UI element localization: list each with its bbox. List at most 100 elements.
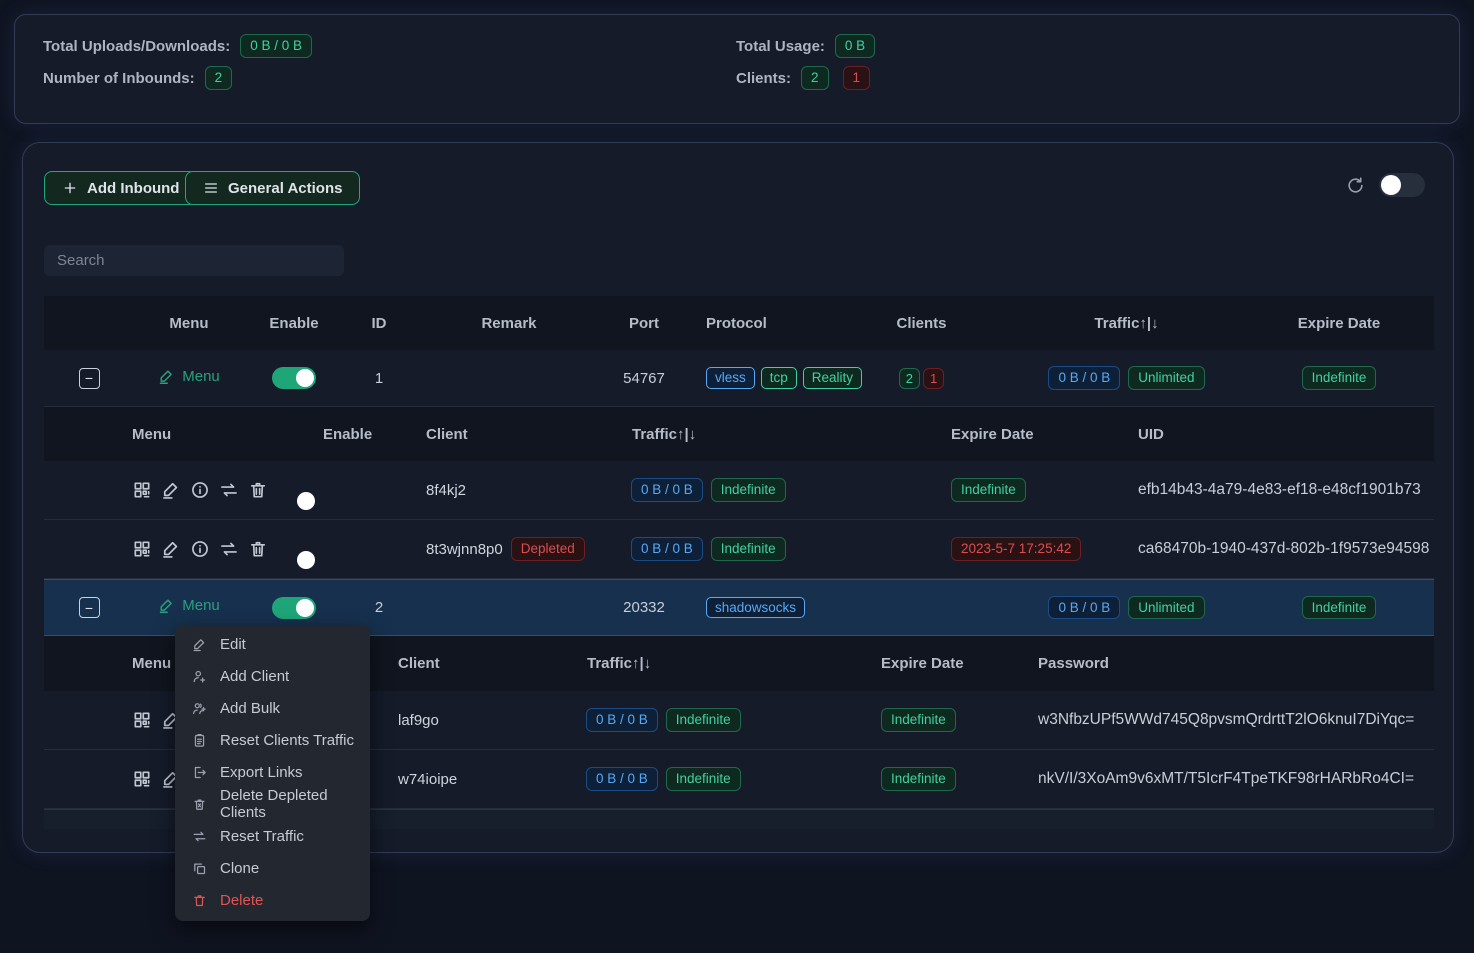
sub-header-traffic-sort[interactable]: Traffic↑|↓	[547, 655, 817, 672]
network-tag: tcp	[761, 367, 797, 389]
delete-client-icon[interactable]	[248, 539, 268, 559]
expire-badge: Indefinite	[1302, 596, 1377, 620]
pencil-icon	[158, 597, 175, 614]
client-uid: ca68470b-1940-437d-802b-1f9573e94598	[1132, 540, 1434, 558]
sub-header-menu: Menu	[132, 426, 317, 443]
client-traffic-cell: 0 B / 0 B Indefinite	[547, 767, 817, 791]
inbound-clients-counts: 2 1	[834, 368, 1009, 389]
edit-client-icon[interactable]	[161, 539, 181, 559]
menu-item-reset-traffic[interactable]: Reset Traffic	[175, 820, 370, 852]
client-traffic-limit-badge: Indefinite	[666, 767, 741, 791]
sub-header-expire: Expire Date	[817, 655, 1027, 672]
trash-icon	[192, 893, 207, 908]
inbound-row-1[interactable]: − Menu 1 54767 vless tcp Reality 2 1 0 B…	[44, 350, 1434, 407]
inbound-menu-link[interactable]: Menu	[158, 597, 220, 614]
trash-depleted-icon	[192, 797, 207, 812]
sub-header-traffic-sort[interactable]: Traffic↑|↓	[582, 426, 862, 443]
client-password: nkV/I/3XoAm9v6xMT/T5IcrF4TpeTKF98rHARbRo…	[1027, 770, 1434, 788]
sub-header-password: Password	[1027, 655, 1434, 672]
inbound-port: 20332	[604, 599, 684, 616]
add-inbound-button[interactable]: Add Inbound	[44, 171, 197, 205]
info-icon[interactable]	[190, 480, 210, 500]
collapse-row-button[interactable]: −	[79, 368, 100, 389]
total-usage-value: 0 B	[835, 34, 875, 58]
inbound-enable-toggle[interactable]	[272, 367, 316, 389]
client-expire-badge: 2023-5-7 17:25:42	[951, 537, 1081, 561]
client-actions	[132, 539, 317, 559]
copy-icon	[192, 861, 207, 876]
client-actions	[132, 480, 317, 500]
protocol-tags: shadowsocks	[684, 597, 834, 619]
total-uploads-downloads-value: 0 B / 0 B	[240, 34, 312, 58]
header-id: ID	[344, 315, 414, 332]
client-row[interactable]: 8t3wjnn8p0 Depleted 0 B / 0 B Indefinite…	[44, 520, 1434, 579]
client-name: 8t3wjnn8p0	[426, 541, 503, 558]
inbound-context-menu: Edit Add Client Add Bulk Reset Clients T…	[175, 625, 370, 921]
sub-header-client: Client	[387, 655, 547, 672]
search-input[interactable]	[44, 245, 344, 276]
menu-item-delete-depleted-clients[interactable]: Delete Depleted Clients	[175, 788, 370, 820]
inbound-traffic-cell: 0 B / 0 B Unlimited	[1009, 366, 1244, 390]
stats-panel: Total Uploads/Downloads: 0 B / 0 B Numbe…	[14, 14, 1460, 124]
refresh-icon[interactable]	[1346, 176, 1365, 195]
client-name-cell: 8t3wjnn8p0 Depleted	[417, 537, 582, 561]
traffic-limit-badge: Unlimited	[1128, 596, 1204, 620]
qrcode-icon[interactable]	[132, 539, 152, 559]
info-icon[interactable]	[190, 539, 210, 559]
menu-item-export-links[interactable]: Export Links	[175, 756, 370, 788]
client-traffic-limit-badge: Indefinite	[666, 708, 741, 732]
clipboard-icon	[192, 733, 207, 748]
general-actions-button[interactable]: General Actions	[185, 171, 360, 205]
client-traffic-cell: 0 B / 0 B Indefinite	[582, 537, 862, 561]
client-table-header-row: Menu Enable Client Traffic↑|↓ Expire Dat…	[44, 407, 1434, 461]
dark-mode-toggle[interactable]	[1379, 173, 1425, 197]
qrcode-icon[interactable]	[132, 480, 152, 500]
client-expire-badge: Indefinite	[951, 478, 1026, 502]
protocol-tag: vless	[706, 367, 755, 389]
depleted-status-badge: Depleted	[511, 537, 585, 561]
general-actions-label: General Actions	[228, 180, 342, 197]
edit-client-icon[interactable]	[161, 480, 181, 500]
menu-item-add-bulk[interactable]: Add Bulk	[175, 692, 370, 724]
header-port: Port	[604, 315, 684, 332]
menu-item-delete[interactable]: Delete	[175, 884, 370, 916]
pencil-icon	[158, 368, 175, 385]
qrcode-icon[interactable]	[132, 710, 152, 730]
delete-client-icon[interactable]	[248, 480, 268, 500]
plus-icon	[62, 180, 78, 196]
client-row[interactable]: 8f4kj2 0 B / 0 B Indefinite Indefinite e…	[44, 461, 1434, 520]
menu-item-clone[interactable]: Clone	[175, 852, 370, 884]
client-name: w74ioipe	[387, 771, 547, 788]
menu-item-reset-clients-traffic[interactable]: Reset Clients Traffic	[175, 724, 370, 756]
header-menu: Menu	[134, 315, 244, 332]
collapse-row-button[interactable]: −	[79, 597, 100, 618]
client-uid: efb14b43-4a79-4e83-ef18-e48cf1901b73	[1132, 481, 1434, 499]
header-traffic-sort[interactable]: Traffic↑|↓	[1009, 315, 1244, 332]
menu-item-add-client[interactable]: Add Client	[175, 660, 370, 692]
total-usage-label: Total Usage:	[736, 38, 825, 55]
inbound-enable-toggle[interactable]	[272, 597, 316, 619]
header-expire-date: Expire Date	[1244, 315, 1434, 332]
qrcode-icon[interactable]	[132, 769, 152, 789]
menu-item-edit[interactable]: Edit	[175, 628, 370, 660]
protocol-tag: shadowsocks	[706, 597, 805, 619]
table-header-row: Menu Enable ID Remark Port Protocol Clie…	[44, 296, 1434, 350]
protocol-tags: vless tcp Reality	[684, 367, 834, 389]
users-plus-icon	[192, 701, 207, 716]
inbound-id: 1	[344, 370, 414, 387]
traffic-limit-badge: Unlimited	[1128, 366, 1204, 390]
header-enable: Enable	[244, 315, 344, 332]
repeat-icon	[192, 829, 207, 844]
header-clients: Clients	[834, 315, 1009, 332]
clients-stat: Clients: 2 1	[736, 65, 870, 91]
depleted-clients-badge: 1	[923, 368, 944, 389]
client-traffic-limit-badge: Indefinite	[711, 537, 786, 561]
inbound-id: 2	[344, 599, 414, 616]
sub-header-expire: Expire Date	[862, 426, 1132, 443]
inbound-menu-link[interactable]: Menu	[158, 368, 220, 385]
reset-traffic-icon[interactable]	[219, 480, 239, 500]
client-traffic-badge: 0 B / 0 B	[586, 708, 658, 732]
client-traffic-limit-badge: Indefinite	[711, 478, 786, 502]
reset-traffic-icon[interactable]	[219, 539, 239, 559]
export-icon	[192, 765, 207, 780]
